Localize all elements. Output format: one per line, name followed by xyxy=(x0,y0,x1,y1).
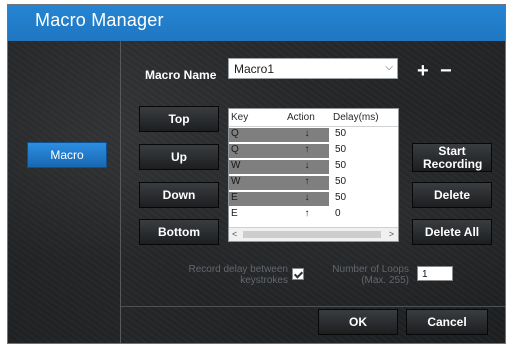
column-key: Key xyxy=(231,112,249,123)
row-key: E xyxy=(231,208,238,219)
macro-event-table[interactable]: Key Action Delay(ms) Q ↓ 50 Q ↑ 50 W ↓ 5… xyxy=(228,108,399,242)
move-bottom-button[interactable]: Bottom xyxy=(139,219,219,245)
move-up-button[interactable]: Up xyxy=(139,144,219,170)
horizontal-scrollbar[interactable]: < > xyxy=(229,227,398,241)
table-row[interactable]: E ↓ 50 xyxy=(229,192,398,207)
row-delay: 50 xyxy=(335,128,347,139)
row-key: W xyxy=(229,160,285,174)
row-delay: 50 xyxy=(335,176,347,187)
record-delay-checkbox[interactable] xyxy=(292,268,304,280)
macro-name-label: Macro Name xyxy=(145,68,217,82)
row-delay: 50 xyxy=(335,144,347,155)
title-bar: Macro Manager xyxy=(8,5,505,41)
scroll-left-icon[interactable]: < xyxy=(232,229,237,239)
delete-all-button[interactable]: Delete All xyxy=(412,219,492,245)
loops-label: Number of Loops (Max. 255) xyxy=(332,264,409,286)
cancel-button[interactable]: Cancel xyxy=(406,309,488,335)
start-recording-button[interactable]: Start Recording xyxy=(412,143,492,172)
row-delay: 50 xyxy=(335,160,347,171)
move-top-button[interactable]: Top xyxy=(139,106,219,132)
macro-tab-button[interactable]: Macro xyxy=(27,142,107,168)
row-delay: 50 xyxy=(335,192,347,203)
table-row[interactable]: Q ↑ 50 xyxy=(229,144,398,159)
row-action: ↑ xyxy=(285,176,329,190)
column-delay: Delay(ms) xyxy=(333,112,379,123)
scrollbar-thumb[interactable] xyxy=(243,231,381,238)
macro-name-value: Macro1 xyxy=(234,62,275,76)
table-row[interactable]: W ↓ 50 xyxy=(229,160,398,175)
row-action: ↑ xyxy=(285,144,329,158)
table-header: Key Action Delay(ms) xyxy=(229,109,398,127)
macro-name-select[interactable]: Macro1 ⌵ xyxy=(228,58,398,79)
row-action: ↓ xyxy=(285,128,329,142)
row-action: ↑ xyxy=(304,208,310,219)
table-row[interactable]: Q ↓ 50 xyxy=(229,128,398,143)
record-delay-label: Record delay between keystrokes xyxy=(188,264,288,286)
delete-button[interactable]: Delete xyxy=(412,182,492,208)
row-key: Q xyxy=(229,144,285,158)
start-recording-label: Start Recording xyxy=(423,143,483,171)
row-action: ↓ xyxy=(285,192,329,206)
scroll-right-icon[interactable]: > xyxy=(389,229,394,239)
table-row[interactable]: W ↑ 50 xyxy=(229,176,398,191)
row-key: E xyxy=(229,192,285,206)
sidebar xyxy=(8,41,121,343)
loops-input[interactable]: 1 xyxy=(417,266,453,281)
chevron-down-icon: ⌵ xyxy=(385,62,393,73)
row-key: W xyxy=(229,176,285,190)
column-action: Action xyxy=(287,112,315,123)
remove-macro-button[interactable]: − xyxy=(440,61,452,81)
row-action: ↓ xyxy=(285,160,329,174)
table-row[interactable]: E ↑ 0 xyxy=(229,208,398,223)
add-macro-button[interactable]: + xyxy=(417,61,429,81)
footer-divider xyxy=(121,306,505,307)
row-delay: 0 xyxy=(335,208,341,219)
row-key: Q xyxy=(229,128,285,142)
window-title: Macro Manager xyxy=(35,10,164,30)
move-down-button[interactable]: Down xyxy=(139,182,219,208)
ok-button[interactable]: OK xyxy=(318,309,398,335)
